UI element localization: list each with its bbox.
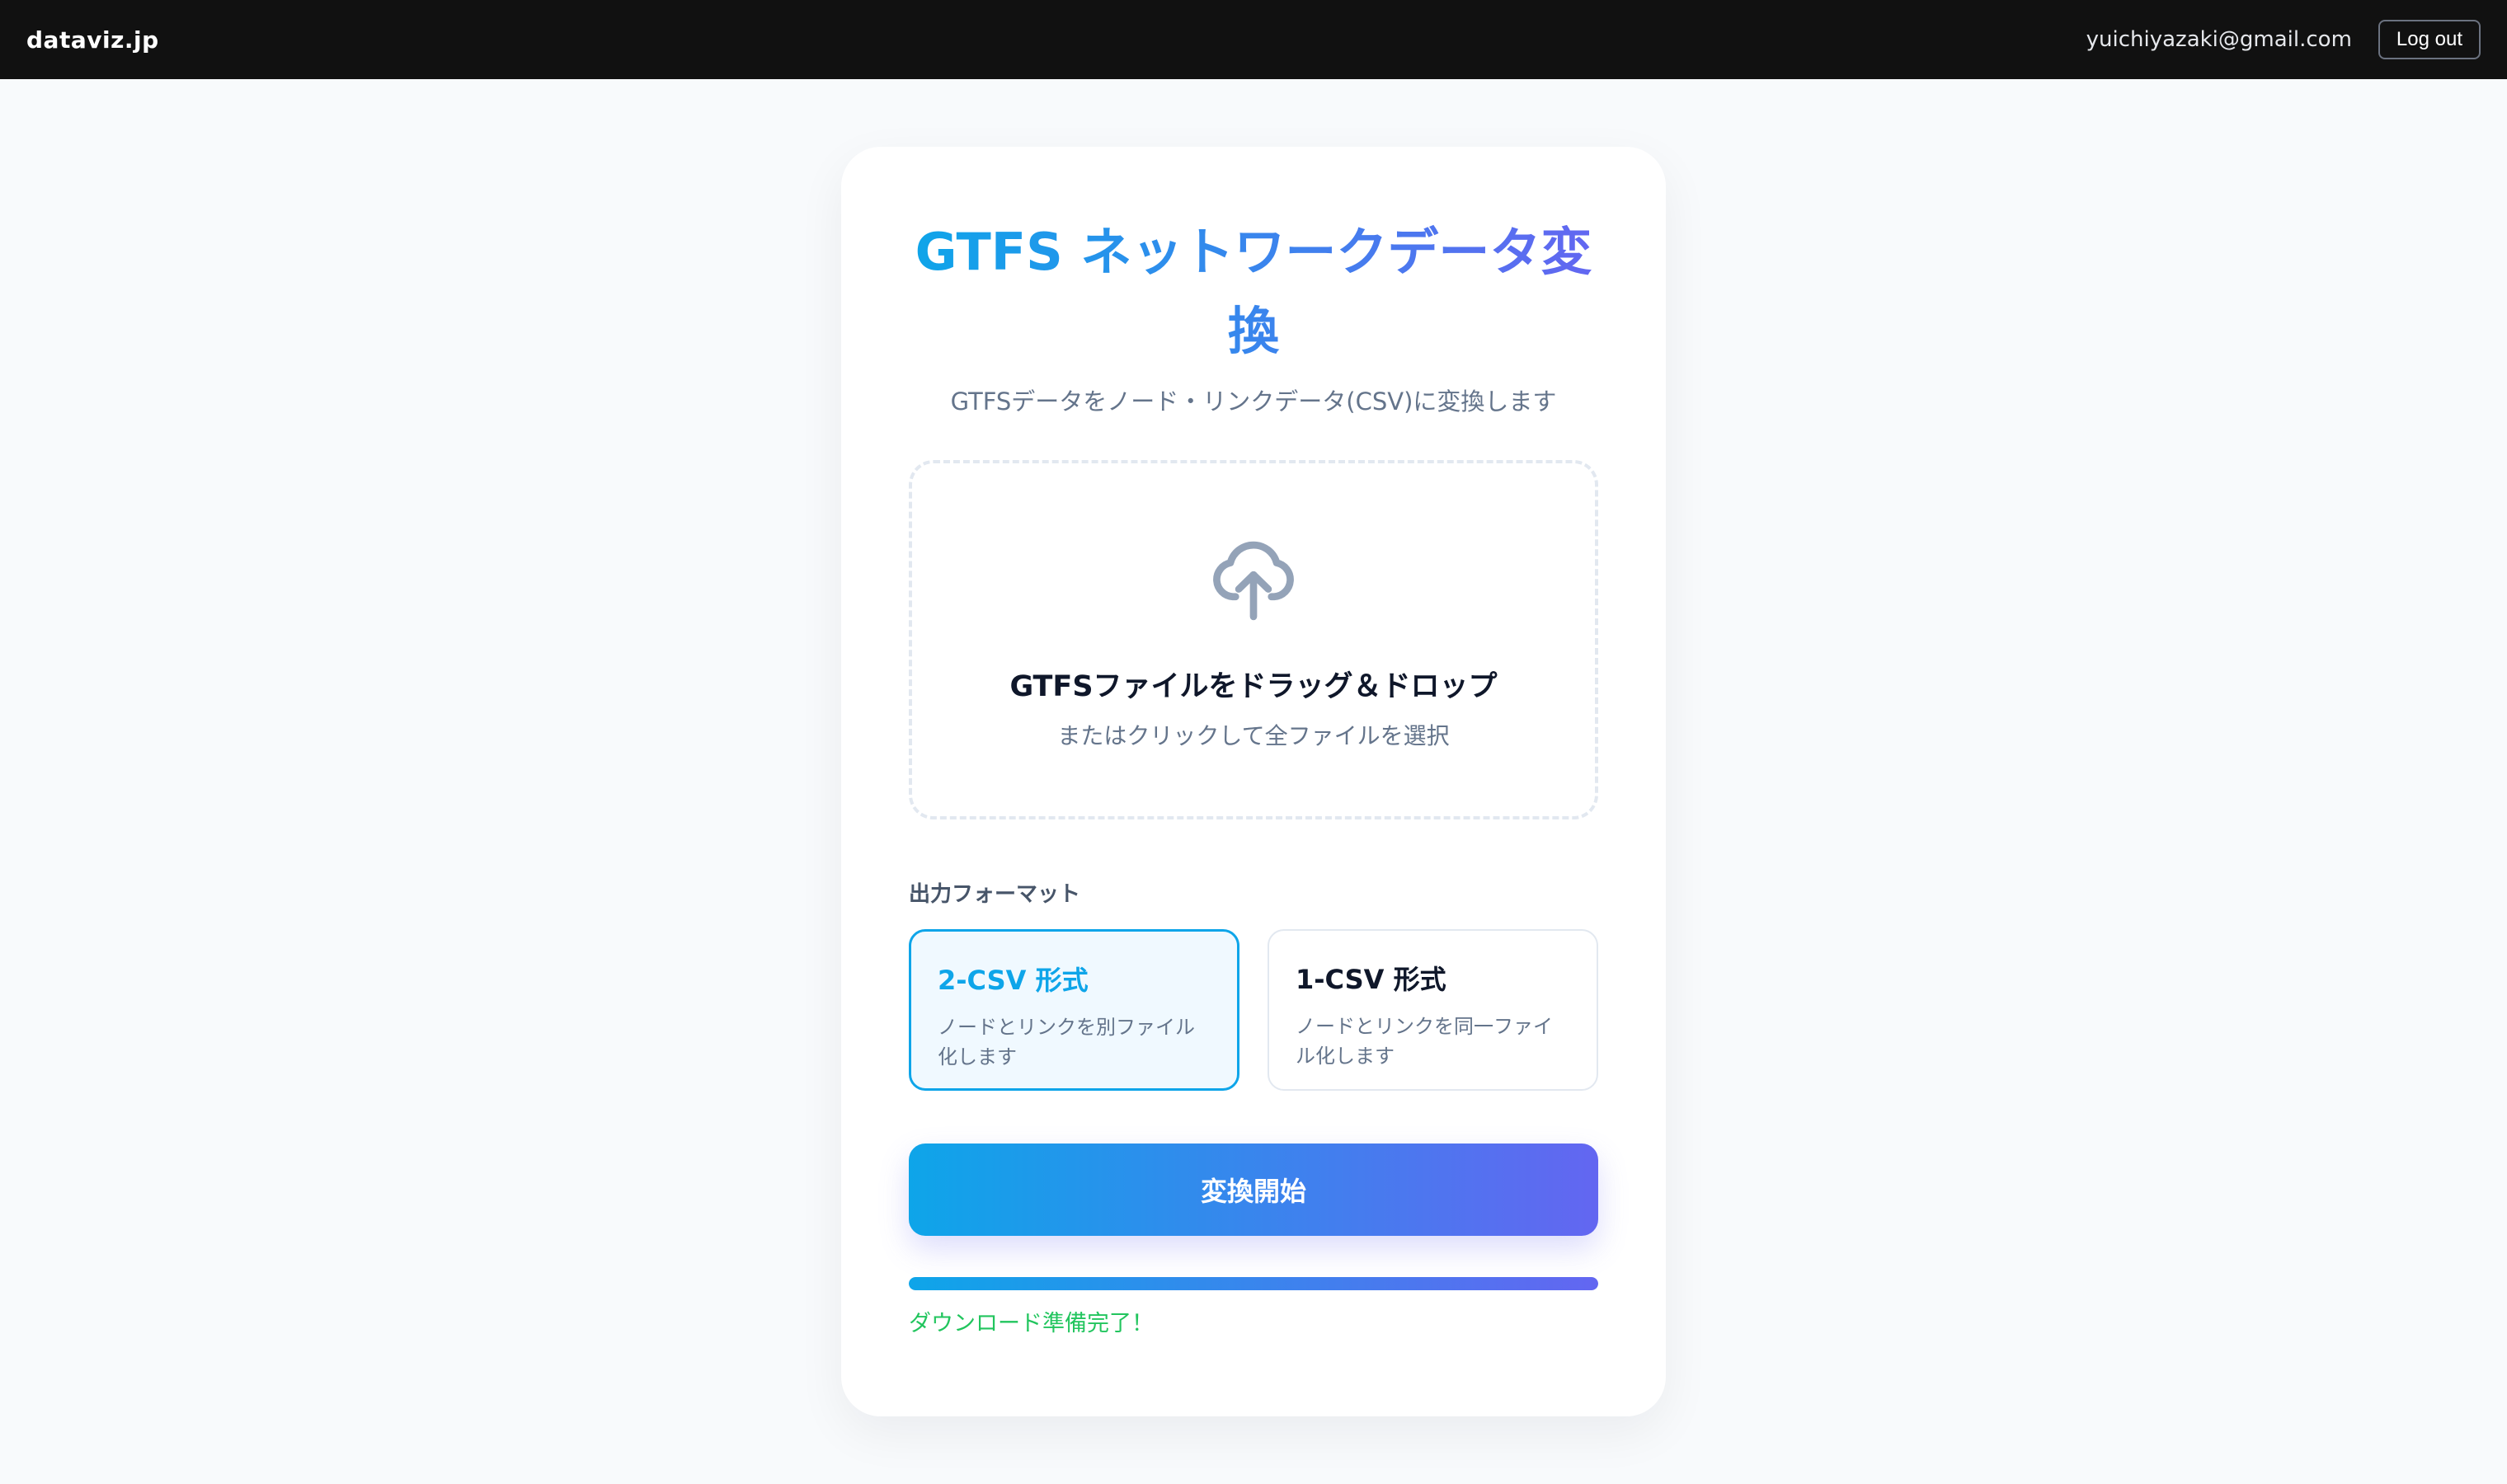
cloud-upload-icon [1213,541,1294,621]
brand-logo[interactable]: dataviz.jp [26,26,159,54]
user-area: yuichiyazaki@gmail.com Log out [2086,20,2481,59]
progress-fill [909,1277,1598,1290]
file-dropzone[interactable]: GTFSファイルをドラッグ＆ドロップ またはクリックして全ファイルを選択 [909,460,1598,819]
format-option-description: ノードとリンクを同一ファイル化します [1296,1015,1553,1068]
format-option-title: 1-CSV 形式 [1296,964,1446,995]
output-format-label: 出力フォーマット [909,882,1081,907]
format-option-description: ノードとリンクを別ファイル化します [938,1016,1195,1068]
logout-button[interactable]: Log out [2378,20,2481,59]
status-message: ダウンロード準備完了！ [909,1311,1154,1336]
start-conversion-button[interactable]: 変換開始 [909,1144,1598,1236]
dropzone-subtitle: またはクリックして全ファイルを選択 [1057,722,1450,749]
converter-card: GTFS ネットワークデータ変換 GTFSデータをノード・リンクデータ(CSV)… [841,147,1666,1416]
dropzone-title: GTFSファイルをドラッグ＆ドロップ [1009,670,1498,703]
format-option-1csv[interactable]: 1-CSV 形式 ノードとリンクを同一ファイル化します [1268,929,1598,1091]
top-nav-bar: dataviz.jp yuichiyazaki@gmail.com Log ou… [0,0,2507,79]
format-option-title: 2-CSV 形式 [938,965,1089,996]
format-option-2csv[interactable]: 2-CSV 形式 ノードとリンクを別ファイル化します [909,929,1239,1091]
user-email: yuichiyazaki@gmail.com [2086,27,2352,52]
page-title: GTFS ネットワークデータ変換 [909,213,1598,371]
progress-bar [909,1277,1598,1290]
page-subtitle: GTFSデータをノード・リンクデータ(CSV)に変換します [950,387,1557,416]
output-format-options: 2-CSV 形式 ノードとリンクを別ファイル化します 1-CSV 形式 ノードと… [909,929,1598,1091]
